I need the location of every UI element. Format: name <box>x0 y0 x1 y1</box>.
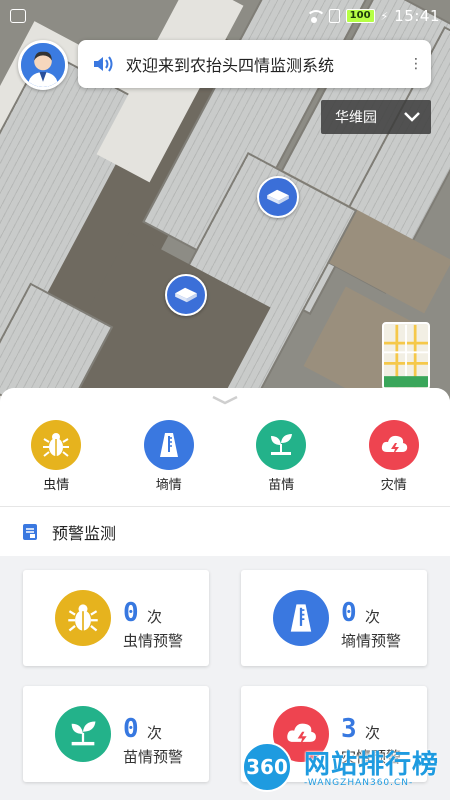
warning-name: 虫情预警 <box>123 632 184 650</box>
storm-cloud-icon <box>368 420 419 470</box>
document-icon <box>23 523 37 540</box>
battery-indicator: 100 <box>345 9 375 23</box>
category-seedling[interactable]: 苗情 <box>225 420 338 493</box>
warning-name: 灾情预警 <box>341 748 402 766</box>
storm-cloud-icon <box>273 706 329 762</box>
count-unit: 次 <box>147 608 163 626</box>
category-disaster[interactable]: 灾情 <box>338 420 450 493</box>
count-unit: 次 <box>365 724 381 742</box>
warning-name: 苗情预警 <box>123 748 184 766</box>
soil-gauge-icon <box>143 420 194 470</box>
sprout-icon <box>55 706 111 762</box>
warning-section-header: 预警监测 <box>0 506 450 556</box>
satellite-map[interactable]: 100 ⚡ 15:41 欢迎来到农抬头四情监测系统 ⋮ 华维园 <box>0 0 450 400</box>
count-unit: 次 <box>365 608 381 626</box>
status-bar: 100 ⚡ 15:41 <box>0 0 450 32</box>
count-unit: 次 <box>147 724 163 742</box>
sprout-icon <box>256 420 307 470</box>
category-list: 虫情 墒情 苗情 灾情 <box>0 420 450 493</box>
category-label: 墒情 <box>155 478 182 493</box>
collapse-handle-icon[interactable] <box>211 394 239 406</box>
welcome-text: 欢迎来到农抬头四情监测系统 <box>126 56 335 75</box>
warning-card-soil-moisture[interactable]: 0 次 墒情预警 <box>241 570 427 666</box>
sensor-device-icon <box>175 287 197 303</box>
category-soil-moisture[interactable]: 墒情 <box>113 420 226 493</box>
warning-count: 3 <box>341 714 357 744</box>
speaker-icon <box>94 56 113 72</box>
section-title: 预警监测 <box>52 523 117 543</box>
category-pest[interactable]: 虫情 <box>0 420 113 493</box>
category-label: 苗情 <box>268 478 295 493</box>
charging-icon: ⚡ <box>380 9 389 23</box>
category-label: 灾情 <box>380 478 407 493</box>
wifi-icon <box>305 9 326 23</box>
user-avatar-icon <box>21 43 65 87</box>
warning-card-pest[interactable]: 0 次 虫情预警 <box>23 570 209 666</box>
map-marker-sensor-1[interactable] <box>257 176 299 218</box>
more-options-icon[interactable]: ⋮ <box>409 57 423 71</box>
status-clock: 15:41 <box>394 7 440 25</box>
bottom-panel: 虫情 墒情 苗情 灾情 预警监测 0 次 虫情预警 0 次 墒情预警 0 次 苗… <box>0 388 450 800</box>
gallery-notification-icon <box>10 9 26 23</box>
welcome-banner: 欢迎来到农抬头四情监测系统 ⋮ <box>78 40 431 88</box>
bug-icon <box>31 420 82 470</box>
warning-count: 0 <box>123 598 139 628</box>
sensor-device-icon <box>267 189 289 205</box>
warning-card-disaster[interactable]: 3 次 灾情预警 <box>241 686 427 782</box>
warning-cards: 0 次 虫情预警 0 次 墒情预警 0 次 苗情预警 3 次 灾情预警 <box>0 556 450 800</box>
soil-gauge-icon <box>273 590 329 646</box>
warning-name: 墒情预警 <box>341 632 402 650</box>
street-map-thumbnail-icon <box>384 324 428 388</box>
warning-card-seedling[interactable]: 0 次 苗情预警 <box>23 686 209 782</box>
user-avatar[interactable] <box>18 40 68 90</box>
map-marker-sensor-2[interactable] <box>165 274 207 316</box>
warning-count: 0 <box>341 598 357 628</box>
region-dropdown[interactable]: 华维园 <box>321 100 431 134</box>
map-layer-toggle[interactable] <box>382 322 430 390</box>
category-label: 虫情 <box>43 478 70 493</box>
chevron-down-icon <box>404 112 420 122</box>
bug-icon <box>55 590 111 646</box>
warning-count: 0 <box>123 714 139 744</box>
category-bar: 虫情 墒情 苗情 灾情 <box>0 388 450 506</box>
region-label: 华维园 <box>335 110 377 126</box>
sim-card-icon <box>328 9 340 23</box>
